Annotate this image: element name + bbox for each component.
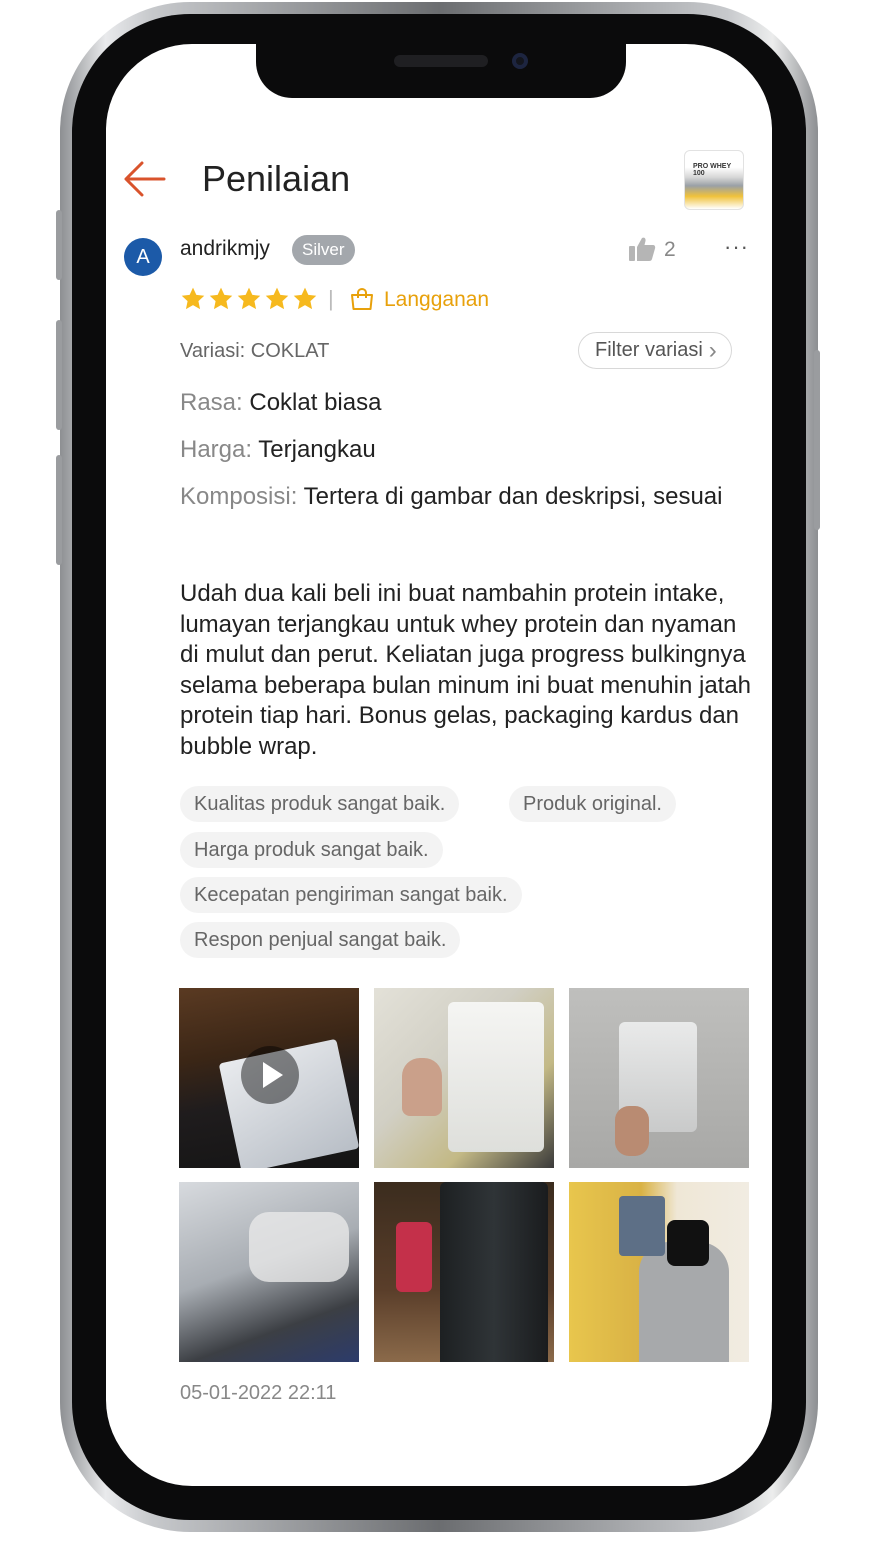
speaker	[394, 55, 488, 67]
tag-chip: Harga produk sangat baik.	[180, 832, 443, 868]
attribute-value: Tertera di gambar dan deskripsi, sesuai	[297, 483, 723, 510]
thumbs-up-icon[interactable]	[628, 236, 656, 262]
review-photo[interactable]	[374, 988, 554, 1168]
notch	[256, 44, 626, 98]
attribute-key: Rasa:	[180, 389, 243, 416]
tag-chip: Produk original.	[509, 786, 676, 822]
product-thumb-label: PRO WHEY 100	[693, 163, 731, 177]
like-count: 2	[664, 238, 676, 261]
review-photo[interactable]	[179, 1182, 359, 1362]
attribute-komposisi: Komposisi: Tertera di gambar dan deskrip…	[180, 482, 750, 512]
review-video-thumbnail[interactable]	[179, 988, 359, 1168]
star-icon	[209, 287, 233, 310]
volume-up-button	[56, 320, 62, 430]
tag-chip: Respon penjual sangat baik.	[180, 922, 461, 958]
power-button	[814, 350, 820, 530]
page-title: Penilaian	[202, 158, 351, 199]
filter-variation-button[interactable]: Filter variasi ›	[578, 332, 732, 369]
mute-switch	[56, 210, 62, 280]
shopping-bag-icon	[351, 288, 373, 310]
attribute-key: Komposisi:	[180, 483, 298, 510]
reviewer-username: andrikmjy	[180, 237, 270, 260]
product-thumbnail[interactable]: PRO WHEY 100	[684, 150, 744, 210]
attribute-key: Harga:	[180, 436, 253, 463]
star-icon	[265, 287, 289, 310]
star-icon	[237, 287, 261, 310]
back-arrow-icon[interactable]	[122, 160, 166, 198]
review-timestamp: 05-01-2022 22:11	[180, 1382, 337, 1404]
camera	[512, 53, 528, 69]
chevron-right-icon: ›	[708, 337, 717, 364]
review-text: Udah dua kali beli ini buat nambahin pro…	[180, 580, 752, 760]
review-photo[interactable]	[569, 988, 749, 1168]
attribute-value: Terjangkau	[252, 436, 376, 463]
more-options-icon[interactable]: ···	[724, 234, 749, 260]
star-icon	[293, 287, 317, 310]
play-icon[interactable]	[241, 1046, 299, 1104]
star-rating	[180, 286, 318, 312]
star-icon	[181, 287, 205, 310]
review-photo[interactable]	[569, 1182, 749, 1362]
subscription-label[interactable]: Langganan	[384, 288, 489, 312]
review-photo[interactable]	[374, 1182, 554, 1362]
tag-chip: Kecepatan pengiriman sangat baik.	[180, 877, 522, 913]
separator: |	[328, 286, 334, 311]
attribute-rasa: Rasa: Coklat biasa	[180, 388, 750, 418]
tag-chip: Kualitas produk sangat baik.	[180, 786, 460, 822]
attribute-harga: Harga: Terjangkau	[180, 435, 750, 465]
attribute-value: Coklat biasa	[242, 389, 382, 416]
avatar[interactable]: A	[124, 238, 162, 276]
variation-label: Variasi: COKLAT	[180, 340, 330, 362]
filter-variation-label: Filter variasi	[595, 339, 703, 361]
member-badge: Silver	[292, 235, 355, 265]
volume-down-button	[56, 455, 62, 565]
